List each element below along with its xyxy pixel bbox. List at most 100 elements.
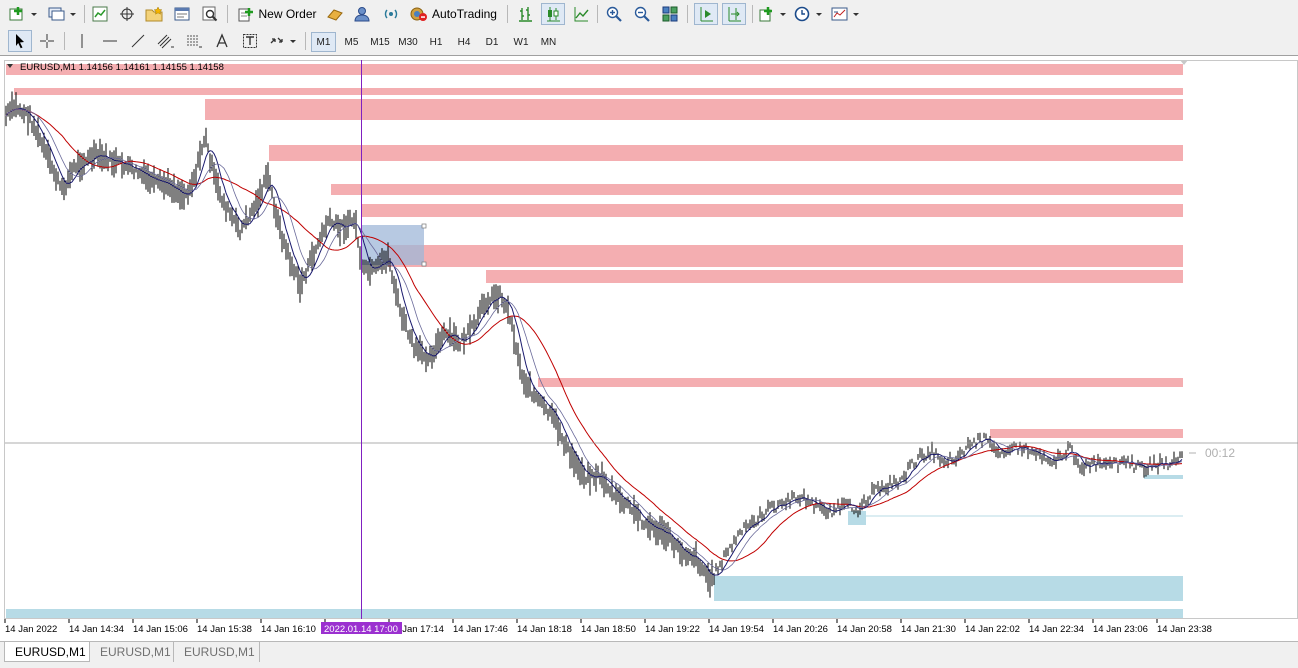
horizontal-line-tool-button[interactable]	[99, 30, 121, 52]
market-watch-button[interactable]	[89, 3, 111, 25]
text-tool-button[interactable]	[211, 30, 233, 52]
demand-zone[interactable]	[848, 511, 866, 525]
autotrading-button[interactable]: AutoTrading	[406, 3, 500, 25]
supply-zone[interactable]	[362, 204, 1183, 217]
chart-tabs-bar: EURUSD,M1 EURUSD,M1 EURUSD,M1	[0, 641, 1298, 668]
supply-zones	[6, 64, 1183, 438]
candlestick-icon	[547, 7, 560, 22]
broadcast-button[interactable]	[380, 3, 402, 25]
auto-scroll-button[interactable]	[694, 3, 718, 25]
time-axis-label: 14 Jan 17:46	[453, 624, 508, 635]
data-window-button[interactable]	[116, 3, 138, 25]
bar-countdown-timer: 00:12	[1205, 446, 1235, 460]
vertical-line-tool-button[interactable]	[71, 30, 93, 52]
timeframe-m5-button[interactable]: M5	[339, 32, 364, 52]
time-axis-label: 14 Jan 18:18	[517, 624, 572, 635]
fast-moving-average-line	[5, 107, 1183, 576]
navigator-button[interactable]	[143, 3, 165, 25]
supply-zone[interactable]	[538, 378, 1183, 387]
zoom-in-icon	[606, 6, 622, 22]
bar-chart-button[interactable]	[514, 3, 536, 25]
bar-chart-icon	[519, 7, 532, 22]
cursor-tool-button[interactable]	[8, 30, 32, 52]
toolbar-separator	[305, 32, 306, 50]
supply-zone[interactable]	[269, 145, 1183, 161]
timeframe-h4-button[interactable]: H4	[451, 32, 477, 52]
vertical-line-icon	[81, 34, 83, 48]
supply-zone[interactable]	[388, 245, 1183, 267]
supply-zone[interactable]	[990, 429, 1183, 438]
profiles-button[interactable]	[46, 3, 80, 25]
gold-bar-icon	[327, 9, 343, 21]
fibonacci-icon	[187, 35, 202, 48]
trendline-icon	[131, 34, 145, 48]
trendline-tool-button[interactable]	[127, 30, 149, 52]
chart-tab-1[interactable]: EURUSD,M1	[4, 642, 90, 662]
zoom-in-button[interactable]	[603, 3, 625, 25]
indicators-icon	[759, 7, 786, 22]
new-chart-button[interactable]	[6, 3, 42, 25]
supply-zone[interactable]	[14, 88, 1183, 95]
chart-window[interactable]: 00:12 EURUSD,M1 1.14156 1.14161 1.14155 …	[0, 56, 1298, 641]
terminal-icon	[174, 7, 190, 21]
new-chart-icon	[9, 7, 37, 21]
time-axis-label: 14 Jan 15:38	[197, 624, 252, 635]
chart-frame	[4, 60, 1298, 619]
demand-zones	[6, 475, 1183, 618]
demand-zone[interactable]	[6, 609, 1183, 618]
template-icon	[831, 7, 859, 21]
demand-zone[interactable]	[714, 576, 1183, 601]
fibonacci-tool-button[interactable]	[183, 30, 205, 52]
timeframe-m1-button[interactable]: M1	[311, 32, 336, 52]
chart-tab-2[interactable]: EURUSD,M1	[90, 642, 174, 662]
line-chart-button[interactable]	[570, 3, 592, 25]
signals-button[interactable]	[351, 3, 373, 25]
supply-zone[interactable]	[331, 184, 1183, 195]
chart-shift-button[interactable]	[722, 3, 746, 25]
templates-button[interactable]	[830, 3, 862, 25]
text-label-tool-button[interactable]	[239, 30, 261, 52]
tile-windows-icon	[662, 6, 678, 22]
indicators-button[interactable]	[757, 3, 789, 25]
time-axis-label: 14 Jan 20:58	[837, 624, 892, 635]
horizontal-line-icon	[103, 40, 117, 42]
toolbar-separator	[227, 5, 228, 23]
chart-symbol-header: EURUSD,M1 1.14156 1.14161 1.14155 1.1415…	[20, 62, 224, 73]
toolbar-separator	[84, 5, 85, 23]
timeframe-m15-button[interactable]: M15	[366, 32, 394, 52]
new-order-label: New Order	[258, 7, 317, 21]
strategy-tester-button[interactable]	[199, 3, 221, 25]
supply-zone[interactable]	[486, 270, 1183, 283]
time-axis-label: 14 Jan 20:26	[773, 624, 828, 635]
candlestick-chart-button[interactable]	[541, 3, 565, 25]
price-chart[interactable]: 00:12 EURUSD,M1 1.14156 1.14161 1.14155 …	[0, 56, 1298, 641]
toolbar-separator	[752, 5, 753, 23]
arrows-tool-button[interactable]	[267, 30, 299, 52]
time-axis-label: 14 Jan 19:22	[645, 624, 700, 635]
timeframe-d1-button[interactable]: D1	[479, 32, 505, 52]
supply-zone[interactable]	[205, 99, 1183, 120]
chart-tab-3[interactable]: EURUSD,M1	[174, 642, 260, 662]
equidistant-channel-tool-button[interactable]	[155, 30, 177, 52]
main-toolbar: New Order AutoTrading	[0, 0, 1298, 30]
expert-advisors-button[interactable]	[324, 3, 346, 25]
broadcast-icon	[384, 9, 398, 19]
terminal-button[interactable]	[171, 3, 193, 25]
timeframe-mn-button[interactable]: MN	[535, 32, 562, 52]
periods-button[interactable]	[793, 3, 825, 25]
demand-zone[interactable]	[1144, 475, 1183, 479]
toolbar-separator	[597, 5, 598, 23]
time-axis-label: 14 Jan 2022	[5, 624, 57, 635]
timeframe-h1-button[interactable]: H1	[423, 32, 449, 52]
time-axis-label: 14 Jan 22:34	[1029, 624, 1084, 635]
zoom-out-button[interactable]	[631, 3, 653, 25]
new-order-icon	[238, 8, 254, 22]
timeframe-m30-button[interactable]: M30	[394, 32, 422, 52]
crosshair-tool-button[interactable]	[36, 30, 58, 52]
tile-windows-button[interactable]	[659, 3, 681, 25]
new-order-button[interactable]: New Order	[234, 3, 320, 25]
crosshair-time-label: 2022.01.14 17:00	[324, 624, 398, 635]
timeframe-w1-button[interactable]: W1	[507, 32, 535, 52]
time-axis-label: 14 Jan 15:06	[133, 624, 188, 635]
time-axis-label: 14 Jan 23:06	[1093, 624, 1148, 635]
